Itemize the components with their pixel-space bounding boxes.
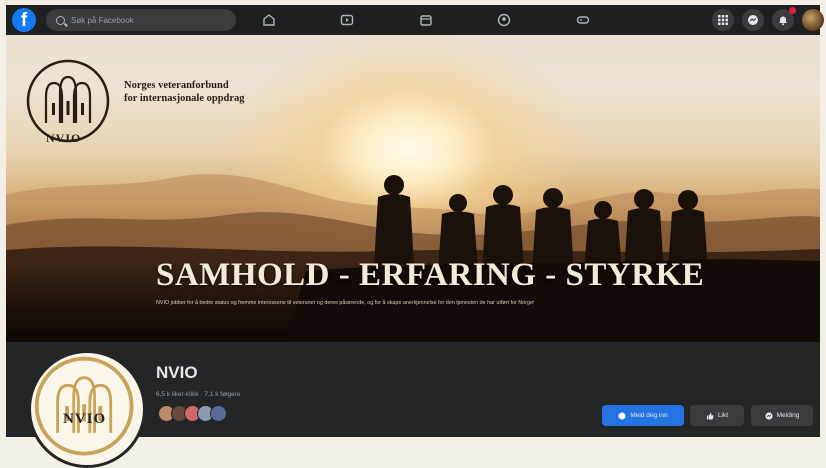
- top-navigation-bar: f: [6, 5, 824, 35]
- profile-picture[interactable]: NVIO: [28, 350, 146, 468]
- notifications-icon[interactable]: [772, 7, 796, 31]
- groups-icon[interactable]: [496, 12, 512, 28]
- like-button-label: Likt: [717, 412, 729, 419]
- profile-logo-text: NVIO: [63, 411, 107, 427]
- join-button-label: Meld deg inn: [630, 412, 668, 419]
- thumbs-up-icon: [706, 412, 714, 419]
- menu-grid-icon[interactable]: [712, 9, 734, 31]
- join-button[interactable]: Meld deg inn: [602, 405, 684, 426]
- profile-avatar[interactable]: [802, 9, 824, 31]
- friend-avatar[interactable]: [210, 405, 227, 422]
- cover-tagline: NVIO jobber for å bedre status og fremme…: [156, 300, 535, 306]
- friend-avatars[interactable]: [158, 405, 227, 422]
- cover-photo: NVIO Norges veteranforbund for internasj…: [6, 35, 820, 342]
- notification-badge: [789, 7, 796, 14]
- nvio-profile-logo: [34, 356, 134, 456]
- messenger-icon[interactable]: [742, 9, 764, 31]
- message-button[interactable]: Melding: [751, 405, 813, 426]
- marketplace-icon[interactable]: [418, 12, 434, 28]
- organization-name: Norges veteranforbund for internasjonale…: [124, 79, 245, 105]
- like-button[interactable]: Likt: [690, 405, 744, 426]
- home-icon[interactable]: [261, 12, 277, 28]
- page-frame: f Søk på Facebook NVIO Norges veteranfor…: [0, 0, 826, 468]
- gaming-icon[interactable]: [575, 12, 591, 28]
- organization-name-line-2: for internasjonale oppdrag: [124, 93, 245, 104]
- search-input[interactable]: [71, 15, 221, 25]
- organization-name-line-1: Norges veteranforbund: [124, 80, 229, 91]
- messenger-small-icon: [765, 411, 773, 420]
- search-box[interactable]: [46, 9, 236, 31]
- page-stats[interactable]: 6,5 k liker-klikk · 7,1 k følgere: [156, 391, 241, 398]
- cover-headline: SAMHOLD - ERFARING - STYRKE: [156, 257, 705, 293]
- watch-icon[interactable]: [339, 12, 355, 28]
- join-icon: [618, 412, 626, 419]
- page-title: NVIO: [156, 363, 198, 382]
- message-button-label: Melding: [776, 412, 800, 419]
- facebook-logo-icon[interactable]: f: [12, 8, 36, 32]
- search-icon: [56, 15, 65, 25]
- cover-logo-text: NVIO: [46, 131, 82, 145]
